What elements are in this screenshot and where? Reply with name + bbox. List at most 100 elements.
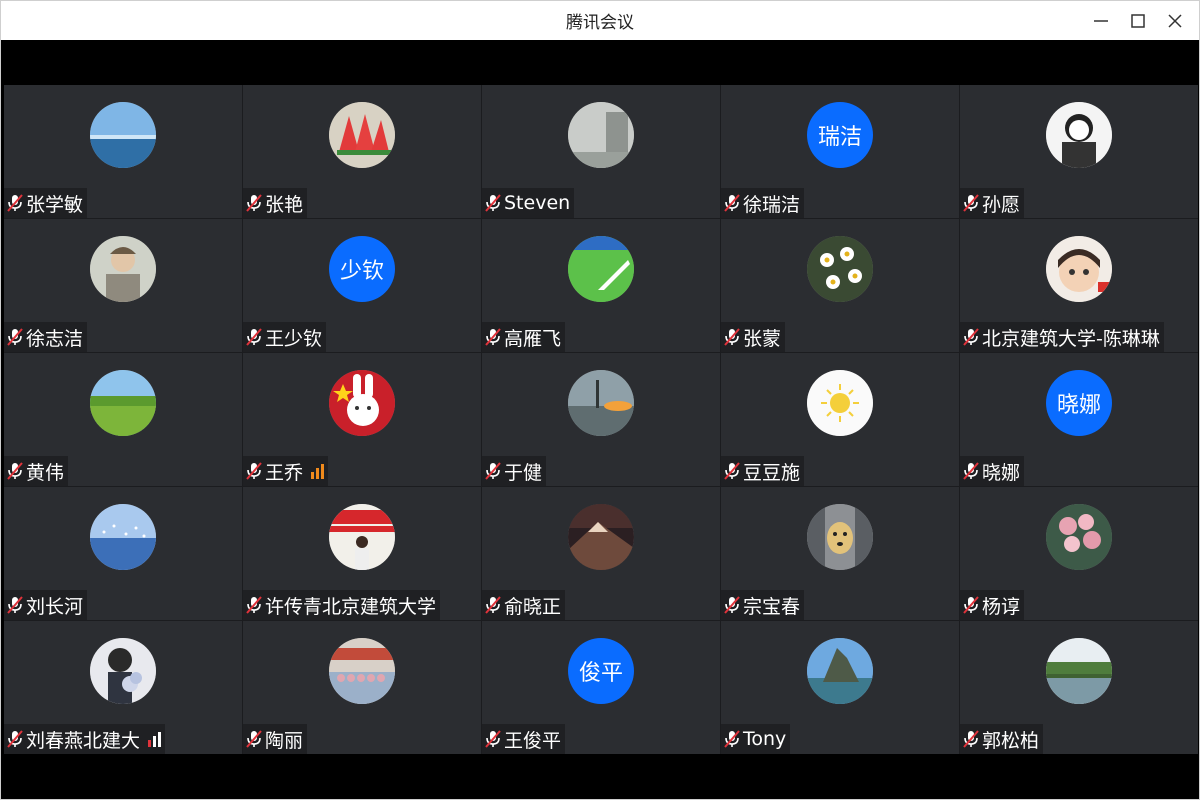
participant-name: 张艳 [265, 193, 304, 216]
participant-nametag: 北京建筑大学-陈琳琳 [960, 322, 1164, 352]
mic-muted-icon [6, 193, 24, 213]
participant-name: 徐志洁 [26, 327, 84, 350]
mic-muted-icon [723, 461, 741, 481]
participant-nametag: 于健 [482, 456, 547, 486]
mic-muted-icon [962, 193, 980, 213]
mic-muted-icon [484, 461, 502, 481]
participant-name: 高雁飞 [504, 327, 562, 350]
participant-name: 孙愿 [982, 193, 1021, 216]
mic-muted-icon [245, 327, 263, 347]
participant-tile[interactable]: 晓娜 晓娜 [960, 353, 1198, 486]
participant-nametag: 杨谆 [960, 590, 1025, 620]
photo-daisies-icon [807, 236, 873, 302]
participant-tile[interactable]: 孙愿 [960, 85, 1198, 218]
avatar-initials: 少钦 [329, 236, 395, 302]
participant-nametag: 王少钦 [243, 322, 327, 352]
mic-muted-icon [962, 595, 980, 615]
photo-girl-flowers-icon [90, 638, 156, 704]
photo-mountain-icon [568, 504, 634, 570]
participant-nametag: 孙愿 [960, 188, 1025, 218]
participant-tile[interactable]: 刘春燕北建大 [4, 621, 242, 754]
signal-strength-icon [148, 731, 162, 747]
mic-muted-icon [245, 461, 263, 481]
participant-tile[interactable]: 徐志洁 [4, 219, 242, 352]
participant-tile[interactable]: 张蒙 [721, 219, 959, 352]
participant-tile[interactable]: 于健 [482, 353, 720, 486]
participant-tile[interactable]: 杨谆 [960, 487, 1198, 620]
participant-name: 晓娜 [982, 461, 1021, 484]
participant-tile[interactable]: 王乔 [243, 353, 481, 486]
participant-nametag: 高雁飞 [482, 322, 566, 352]
photo-rock-island-icon [807, 638, 873, 704]
participant-tile[interactable]: 瑞洁徐瑞洁 [721, 85, 959, 218]
participant-tile[interactable]: 豆豆施 [721, 353, 959, 486]
participant-name: 张蒙 [743, 327, 782, 350]
mic-muted-icon [245, 595, 263, 615]
participant-nametag: Tony [721, 724, 791, 754]
participant-nametag: 王乔 [243, 456, 329, 486]
participant-name: 王少钦 [265, 327, 323, 350]
participant-tile[interactable]: Tony [721, 621, 959, 754]
participant-tile[interactable]: 张学敏 [4, 85, 242, 218]
title-bar[interactable]: 腾讯会议 [1, 1, 1199, 40]
photo-sun-icon [807, 370, 873, 436]
mic-muted-icon [484, 729, 502, 749]
avatar-initials: 晓娜 [1046, 370, 1112, 436]
participant-name: 郭松柏 [982, 729, 1040, 752]
participant-nametag: 徐志洁 [4, 322, 88, 352]
participant-nametag: 黄伟 [4, 456, 69, 486]
mic-muted-icon [723, 193, 741, 213]
mic-muted-icon [245, 193, 263, 213]
maximize-icon [1130, 13, 1145, 28]
minimize-button[interactable] [1082, 1, 1119, 40]
participant-tile[interactable]: 少钦王少钦 [243, 219, 481, 352]
participant-tile[interactable]: 高雁飞 [482, 219, 720, 352]
photo-banner-speaker-icon [329, 504, 395, 570]
photo-lake-icon [1046, 638, 1112, 704]
photo-sea-icon [90, 102, 156, 168]
avatar-initials: 瑞洁 [807, 102, 873, 168]
participant-tile[interactable]: 黄伟 [4, 353, 242, 486]
participant-tile[interactable]: 刘长河 [4, 487, 242, 620]
mic-muted-icon [6, 595, 24, 615]
participant-nametag: 张艳 [243, 188, 308, 218]
participant-name: 豆豆施 [743, 461, 801, 484]
participant-tile[interactable]: 郭松柏 [960, 621, 1198, 754]
participant-name: 杨谆 [982, 595, 1021, 618]
participant-tile[interactable]: 许传青北京建筑大学 [243, 487, 481, 620]
participant-name: 王俊平 [504, 729, 562, 752]
participant-name: 刘春燕北建大 [26, 729, 141, 752]
participant-tile[interactable]: Steven [482, 85, 720, 218]
participant-nametag: 张蒙 [721, 322, 786, 352]
photo-rabbit-flag-icon [329, 370, 395, 436]
maximize-button[interactable] [1119, 1, 1156, 40]
photo-man-portrait-icon [90, 236, 156, 302]
signal-strength-icon [311, 463, 325, 479]
mic-muted-icon [962, 461, 980, 481]
participant-name: Steven [504, 192, 571, 214]
close-button[interactable] [1156, 1, 1193, 40]
participant-name: 王乔 [265, 461, 304, 484]
mic-muted-icon [484, 193, 502, 213]
photo-cartoon-girl-icon [1046, 236, 1112, 302]
participant-name: 徐瑞洁 [743, 193, 801, 216]
participant-name: 刘长河 [26, 595, 84, 618]
participant-name: 许传青北京建筑大学 [265, 595, 437, 618]
window-title: 腾讯会议 [566, 13, 634, 33]
participant-nametag: 徐瑞洁 [721, 188, 805, 218]
photo-flowers-icon [1046, 504, 1112, 570]
top-black-bar [4, 40, 1198, 85]
photo-fog-icon [568, 102, 634, 168]
participant-tile[interactable]: 张艳 [243, 85, 481, 218]
participant-grid: 张学敏 张艳 Steven 瑞洁 徐瑞洁 孙愿 徐志洁 少钦 王少钦 高雁飞 张蒙 北京建筑大学-陈琳… [4, 85, 1198, 754]
photo-group-icon [329, 638, 395, 704]
participant-tile[interactable]: 宗宝春 [721, 487, 959, 620]
photo-dog-icon [807, 504, 873, 570]
participant-nametag: 俞晓正 [482, 590, 566, 620]
participant-tile[interactable]: 俊平 王俊平 [482, 621, 720, 754]
app-window: 腾讯会议 张学敏 张艳 Steven 瑞洁 徐瑞洁 孙愿 徐志洁 少钦 王少钦 高雁飞 张蒙 北京建筑… [0, 0, 1200, 800]
participant-tile[interactable]: 北京建筑大学-陈琳琳 [960, 219, 1198, 352]
participant-tile[interactable]: 俞晓正 [482, 487, 720, 620]
participant-name: Tony [743, 728, 787, 750]
participant-tile[interactable]: 陶丽 [243, 621, 481, 754]
